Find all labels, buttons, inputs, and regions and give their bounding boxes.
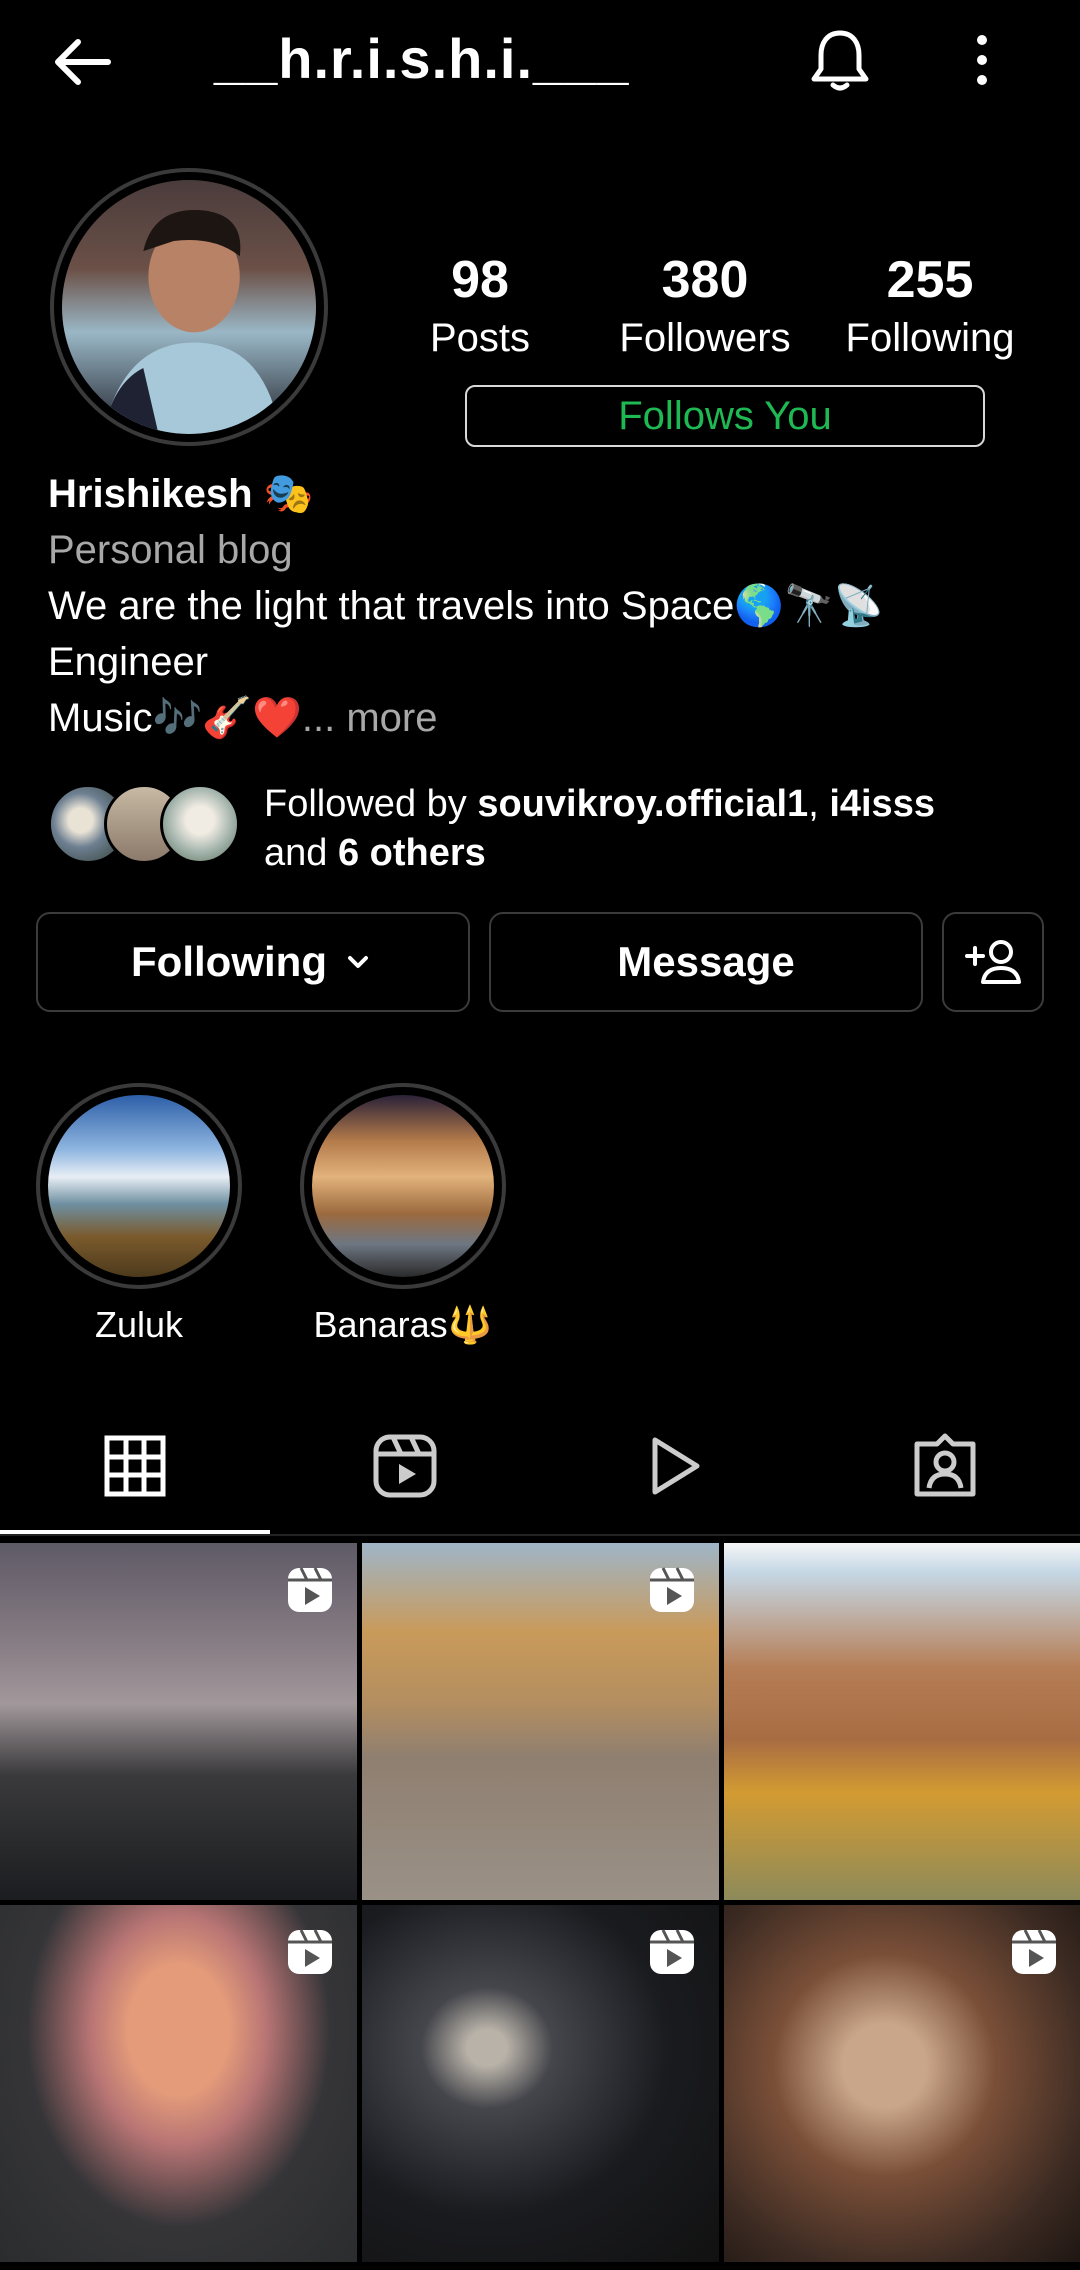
highlight-cover	[312, 1095, 494, 1277]
bio-line-3: Music🎶🎸❤️... more	[48, 690, 1048, 746]
more-options-button[interactable]	[952, 20, 1012, 100]
followed-by-text: Followed by souvikroy.official1, i4isss a…	[264, 780, 935, 878]
highlight-cover	[48, 1095, 230, 1277]
chevron-down-icon	[347, 956, 368, 968]
bio-line-3-text: Music🎶🎸❤️	[48, 696, 302, 740]
post-thumbnail[interactable]	[362, 1905, 719, 2262]
tab-grid[interactable]	[0, 1400, 270, 1532]
followed-by-prefix: Followed by	[264, 783, 478, 825]
tab-tagged[interactable]	[810, 1400, 1080, 1532]
active-tab-indicator	[0, 1530, 270, 1534]
followed-by-name-2: i4isss	[829, 783, 935, 825]
tab-videos[interactable]	[540, 1400, 810, 1532]
bio-line-2: Engineer	[48, 640, 209, 684]
profile-username: __h.r.i.s.h.i.___	[214, 27, 630, 90]
profile-category: Personal blog	[48, 528, 293, 572]
profile-avatar	[62, 180, 316, 434]
grid-icon	[104, 1435, 166, 1497]
profile-tabs	[0, 1400, 1080, 1536]
following-button[interactable]: Following	[36, 912, 470, 1012]
following-count-label: Following	[845, 316, 1015, 360]
tab-divider	[0, 1534, 1080, 1536]
message-button[interactable]: Message	[489, 912, 923, 1012]
avatar-portrait	[102, 209, 281, 434]
posts-count-label: Posts	[429, 316, 531, 360]
post-thumbnail[interactable]	[0, 1543, 357, 1900]
arrow-left-icon	[55, 39, 111, 85]
notifications-button[interactable]	[800, 20, 880, 100]
following-count-value: 255	[886, 251, 974, 309]
add-user-icon	[965, 940, 1021, 984]
mutual-followers-avatars	[48, 784, 240, 864]
profile-bio: Hrishikesh 🎭 Personal blog We are the li…	[48, 466, 1048, 746]
reel-badge-icon	[288, 1567, 332, 1612]
post-thumbnail[interactable]	[724, 1905, 1080, 2262]
highlight-ring	[36, 1083, 242, 1289]
top-bar: __h.r.i.s.h.i.___	[0, 0, 1080, 118]
followers-count-value: 380	[661, 251, 749, 309]
suggested-users-button[interactable]	[942, 912, 1044, 1012]
followed-by-separator: ,	[808, 783, 830, 825]
reel-badge-icon	[288, 1929, 332, 1974]
reel-badge-icon	[650, 1929, 694, 1974]
following-count[interactable]: 255 Following	[832, 250, 1028, 364]
posts-count-value: 98	[451, 251, 509, 309]
followers-count[interactable]: 380 Followers	[605, 250, 805, 364]
posts-count: 98 Posts	[410, 250, 550, 364]
mutual-avatar	[160, 784, 240, 864]
followers-count-label: Followers	[619, 316, 791, 360]
tagged-person-icon	[914, 1433, 976, 1497]
reels-icon	[373, 1434, 437, 1498]
profile-avatar-button[interactable]	[50, 168, 328, 446]
followed-by-section[interactable]: Followed by souvikroy.official1, i4isss a…	[48, 780, 1048, 874]
play-icon	[652, 1437, 700, 1495]
followed-by-others: 6 others	[337, 832, 486, 874]
profile-display-name: Hrishikesh 🎭	[48, 472, 314, 516]
bell-icon	[811, 30, 869, 91]
followed-by-name-1: souvikroy.official1	[477, 783, 809, 825]
reel-badge-icon	[1012, 1929, 1056, 1974]
reel-badge-icon	[650, 1567, 694, 1612]
followed-by-and: and	[264, 832, 338, 874]
following-button-label: Following	[131, 938, 327, 985]
tab-reels[interactable]	[270, 1400, 540, 1532]
highlight-zuluk[interactable]: Zuluk	[36, 1083, 242, 1347]
bio-line-1: We are the light that travels into Space…	[48, 584, 884, 628]
highlight-label: Zuluk	[94, 1304, 184, 1345]
more-vertical-icon	[977, 35, 987, 85]
highlight-label: Banaras🔱	[313, 1304, 493, 1345]
highlight-ring	[300, 1083, 506, 1289]
back-button[interactable]	[42, 22, 122, 102]
post-thumbnail[interactable]	[0, 1905, 357, 2262]
post-thumbnail[interactable]	[362, 1543, 719, 1900]
message-button-label: Message	[617, 938, 795, 985]
follows-you-badge: Follows You	[465, 385, 985, 447]
bio-more-link[interactable]: ... more	[302, 696, 438, 740]
post-thumbnail[interactable]	[724, 1543, 1080, 1900]
highlight-banaras[interactable]: Banaras🔱	[300, 1083, 506, 1347]
